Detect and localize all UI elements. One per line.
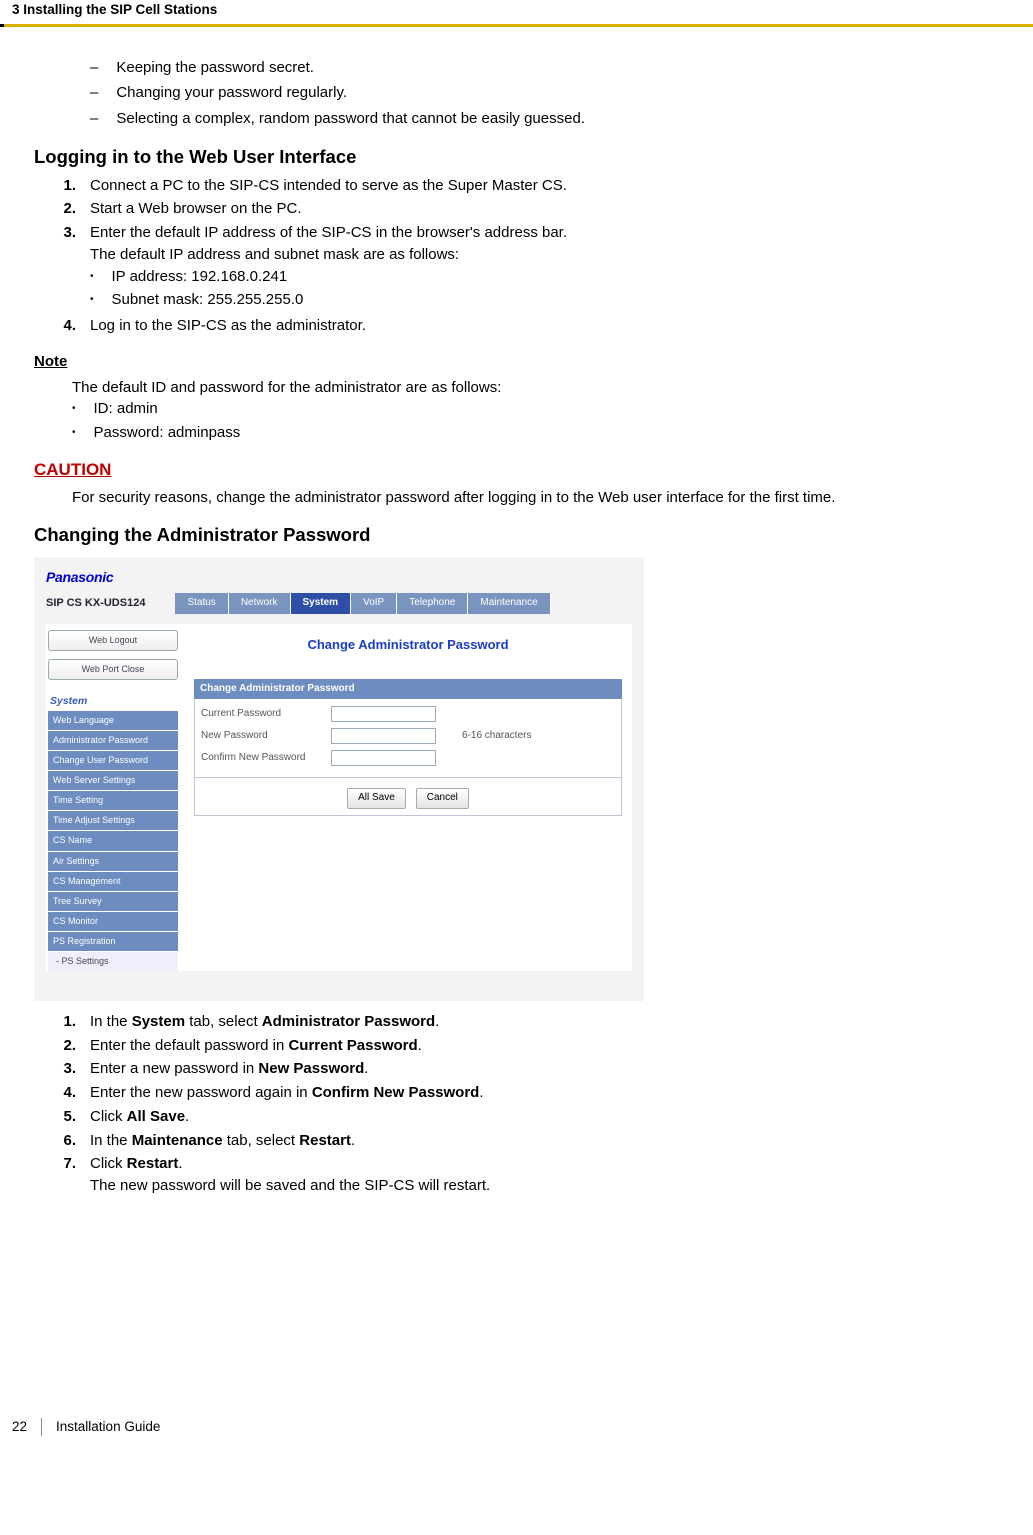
change-password-steps: 1. In the System tab, select Administrat… [34, 1011, 1021, 1197]
heading-change-password: Changing the Administrator Password [34, 522, 1021, 549]
sidebar-item-web-language[interactable]: Web Language [48, 711, 178, 731]
login-steps: 1. Connect a PC to the SIP-CS intended t… [34, 175, 1021, 337]
step-number: 3. [58, 1058, 76, 1080]
step-text: Enter the default password in Current Pa… [90, 1035, 1021, 1057]
input-confirm-password[interactable] [331, 750, 436, 766]
caution-heading: CAUTION [34, 458, 1021, 483]
label-new-password: New Password [201, 729, 331, 744]
sidebar-item-time-adjust-settings[interactable]: Time Adjust Settings [48, 811, 178, 831]
sidebar-item-cs-monitor[interactable]: CS Monitor [48, 912, 178, 932]
step-number: 1. [58, 1011, 76, 1033]
list-item-text: Changing your password regularly. [116, 82, 347, 104]
tab-telephone[interactable]: Telephone [397, 593, 468, 614]
tab-maintenance[interactable]: Maintenance [468, 593, 550, 614]
step-number: 4. [58, 1082, 76, 1104]
bullet-marker: • [72, 426, 76, 448]
list-item-text: Selecting a complex, random password tha… [116, 108, 585, 130]
tab-network[interactable]: Network [229, 593, 291, 614]
page-header-chapter: 3 Installing the SIP Cell Stations [0, 0, 1033, 24]
sidebar-item-administrator-password[interactable]: Administrator Password [48, 731, 178, 751]
step-number: 2. [58, 198, 76, 220]
step-text: Enter the new password again in Confirm … [90, 1082, 1021, 1104]
dash-marker: – [90, 57, 98, 79]
sidebar-item-air-settings[interactable]: Air Settings [48, 852, 178, 872]
step-text: Click Restart. The new password will be … [90, 1153, 1021, 1197]
step-number: 7. [58, 1153, 76, 1197]
panel-main-title: Change Administrator Password [194, 636, 622, 655]
sidebar-item-change-user-password[interactable]: Change User Password [48, 751, 178, 771]
dash-marker: – [90, 108, 98, 130]
step-text: In the System tab, select Administrator … [90, 1011, 1021, 1033]
list-item-text: Keeping the password secret. [116, 57, 314, 79]
cancel-button[interactable]: Cancel [416, 788, 469, 809]
footer-separator [41, 1418, 42, 1436]
header-rule [0, 24, 1033, 27]
sidebar-item-web-server-settings[interactable]: Web Server Settings [48, 771, 178, 791]
dash-marker: – [90, 82, 98, 104]
tab-voip[interactable]: VoIP [351, 593, 397, 614]
panel-heading: Change Administrator Password [194, 679, 622, 700]
tab-status[interactable]: Status [175, 593, 228, 614]
step-text: Enter a new password in New Password. [90, 1058, 1021, 1080]
heading-login: Logging in to the Web User Interface [34, 144, 1021, 171]
step-number: 6. [58, 1130, 76, 1152]
brand-logo: Panasonic [46, 567, 632, 587]
document-title: Installation Guide [56, 1417, 160, 1437]
sidebar-item-cs-management[interactable]: CS Management [48, 872, 178, 892]
admin-password-screenshot: Panasonic SIP CS KX-UDS124 Status Networ… [34, 557, 644, 1001]
subnet-mask-value: Subnet mask: 255.255.255.0 [112, 289, 304, 311]
step-number: 2. [58, 1035, 76, 1057]
note-heading: Note [34, 351, 1021, 373]
bullet-marker: • [72, 402, 76, 424]
note-text: The default ID and password for the admi… [72, 377, 1021, 399]
step-text: Log in to the SIP-CS as the administrato… [90, 315, 1021, 337]
bullet-marker: • [90, 293, 94, 315]
step-number: 3. [58, 222, 76, 313]
step-text: Click All Save. [90, 1106, 1021, 1128]
all-save-button[interactable]: All Save [347, 788, 406, 809]
web-port-close-button[interactable]: Web Port Close [48, 659, 178, 680]
default-password-value: Password: adminpass [94, 422, 241, 444]
step-text: Enter the default IP address of the SIP-… [90, 222, 1021, 244]
step-text: The default IP address and subnet mask a… [90, 244, 1021, 266]
top-tabs: Status Network System VoIP Telephone Mai… [175, 593, 550, 614]
password-responsibility-list: –Keeping the password secret. –Changing … [34, 57, 1021, 130]
web-logout-button[interactable]: Web Logout [48, 630, 178, 651]
bullet-marker: • [90, 270, 94, 292]
caution-text: For security reasons, change the adminis… [34, 487, 1021, 509]
tab-system[interactable]: System [291, 593, 352, 614]
ip-address-value: IP address: 192.168.0.241 [112, 266, 288, 288]
label-confirm-password: Confirm New Password [201, 751, 331, 766]
step-text: In the Maintenance tab, select Restart. [90, 1130, 1021, 1152]
hint-password-length: 6-16 characters [462, 729, 531, 744]
default-id-value: ID: admin [94, 398, 158, 420]
sidebar-item-cs-name[interactable]: CS Name [48, 831, 178, 851]
device-model: SIP CS KX-UDS124 [46, 596, 145, 612]
sidebar-item-tree-survey[interactable]: Tree Survey [48, 892, 178, 912]
step-number: 4. [58, 315, 76, 337]
page-number: 22 [12, 1417, 27, 1437]
sidebar-subitem-ps-settings[interactable]: - PS Settings [48, 952, 178, 971]
step-text: Connect a PC to the SIP-CS intended to s… [90, 175, 1021, 197]
step-text: Start a Web browser on the PC. [90, 198, 1021, 220]
sidebar-item-time-setting[interactable]: Time Setting [48, 791, 178, 811]
step-number: 1. [58, 175, 76, 197]
sidebar-heading-system: System [50, 694, 178, 709]
label-current-password: Current Password [201, 707, 331, 722]
input-new-password[interactable] [331, 728, 436, 744]
step-number: 5. [58, 1106, 76, 1128]
input-current-password[interactable] [331, 706, 436, 722]
sidebar-item-ps-registration[interactable]: PS Registration [48, 932, 178, 952]
